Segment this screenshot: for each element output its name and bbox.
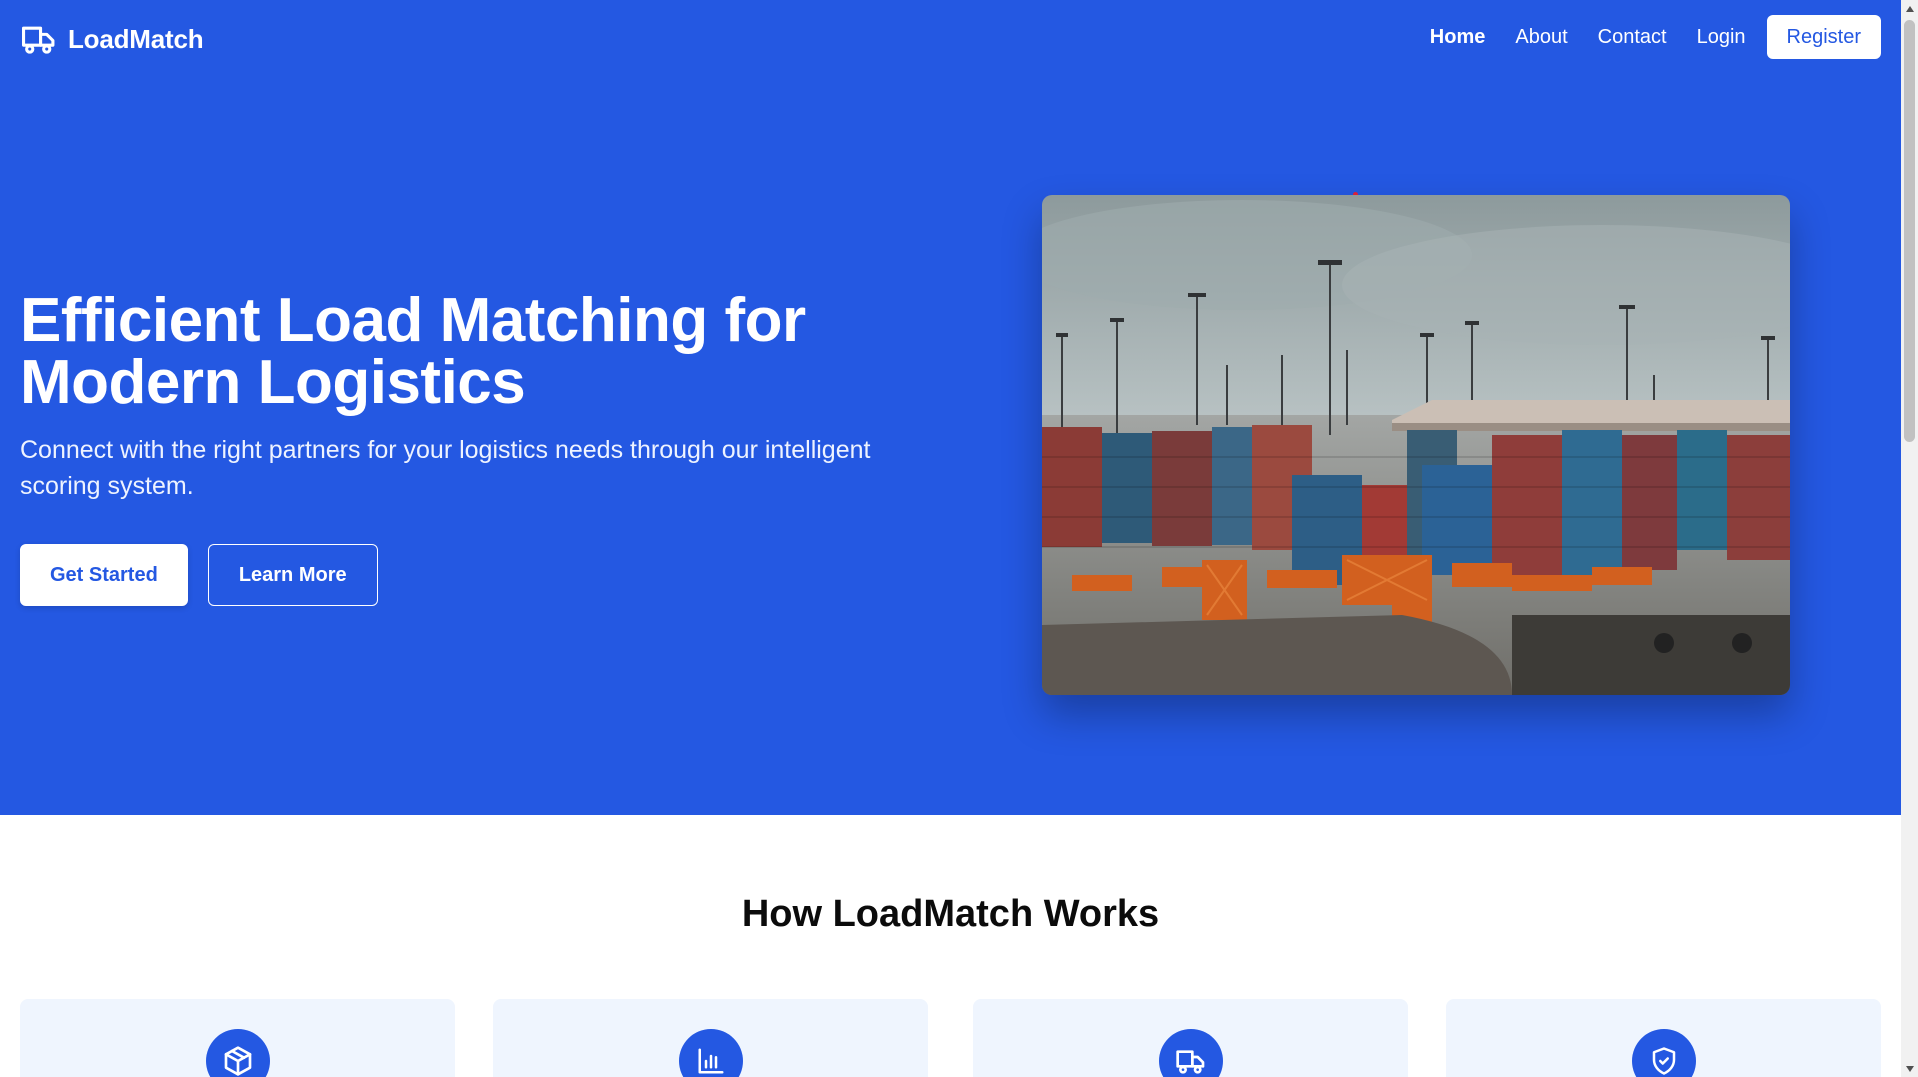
get-started-button[interactable]: Get Started (20, 544, 188, 606)
bar-chart-icon (678, 1029, 743, 1077)
container-port-illustration (1042, 195, 1790, 695)
navbar: LoadMatch Home About Contact Login Regis… (0, 0, 1901, 78)
truck-icon (20, 22, 58, 56)
nav-home-link[interactable]: Home (1415, 26, 1501, 49)
hero-subtitle: Connect with the right partners for your… (20, 436, 871, 500)
feature-card (493, 999, 928, 1077)
shield-check-icon (1631, 1029, 1696, 1077)
scroll-down-arrow-icon[interactable] (1901, 1060, 1918, 1077)
truck-icon (1158, 1029, 1223, 1077)
hero-content: Efficient Load Matching for Modern Logis… (20, 290, 940, 606)
hero-buttons: Get Started Learn More (20, 544, 940, 606)
nav-contact-link[interactable]: Contact (1583, 26, 1682, 49)
hero-section: LoadMatch Home About Contact Login Regis… (0, 0, 1901, 815)
feature-card (20, 999, 455, 1077)
how-it-works-title: How LoadMatch Works (741, 893, 1160, 935)
brand-logo[interactable]: LoadMatch (20, 20, 204, 58)
nav-links: Home About Contact Login Register (1415, 15, 1881, 59)
feature-cards (20, 999, 1881, 1077)
scroll-up-arrow-icon[interactable] (1901, 0, 1918, 17)
package-icon (205, 1029, 270, 1077)
vertical-scrollbar[interactable] (1901, 0, 1918, 1077)
register-button[interactable]: Register (1766, 15, 1881, 59)
nav-about-link[interactable]: About (1500, 26, 1582, 49)
feature-card (973, 999, 1408, 1077)
feature-card (1446, 999, 1881, 1077)
brand-name: LoadMatch (68, 23, 204, 54)
scrollbar-thumb[interactable] (1904, 20, 1915, 442)
learn-more-button[interactable]: Learn More (207, 544, 378, 606)
hero-image (1042, 195, 1790, 695)
hero-title-line-1: Efficient Load Matching for (20, 286, 806, 355)
page: LoadMatch Home About Contact Login Regis… (0, 0, 1901, 1077)
nav-login-link[interactable]: Login (1682, 26, 1761, 49)
hero-title-line-2: Modern Logistics (20, 348, 526, 417)
hero-title: Efficient Load Matching for Modern Logis… (20, 290, 940, 414)
